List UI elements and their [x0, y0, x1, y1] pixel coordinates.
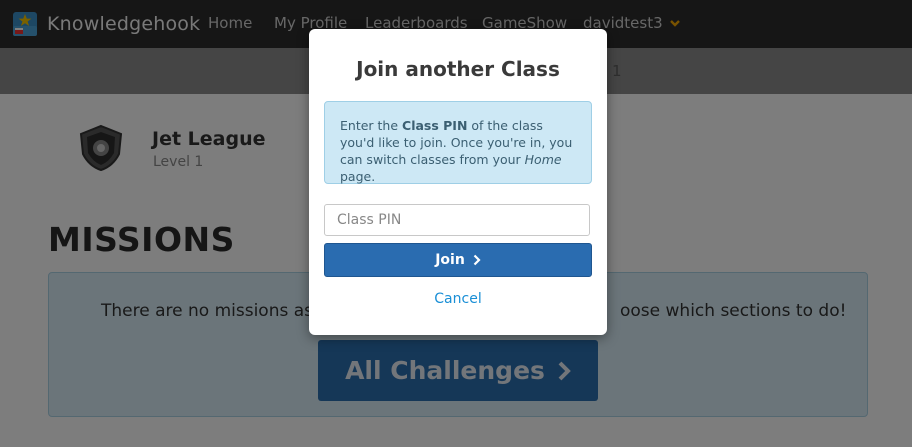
- class-pin-input[interactable]: [324, 204, 590, 236]
- join-button[interactable]: Join: [324, 243, 592, 277]
- info-text: Enter the Class PIN of the class you'd l…: [340, 118, 573, 184]
- modal-title: Join another Class: [356, 57, 560, 81]
- info-box: Enter the Class PIN of the class you'd l…: [324, 101, 592, 184]
- join-class-modal: Join another Class Enter the Class PIN o…: [309, 29, 607, 335]
- chevron-right-icon: [473, 254, 481, 266]
- info-italic: Home: [524, 152, 562, 167]
- join-label: Join: [435, 252, 465, 268]
- cancel-link[interactable]: Cancel: [309, 291, 607, 307]
- info-bold: Class PIN: [402, 118, 468, 133]
